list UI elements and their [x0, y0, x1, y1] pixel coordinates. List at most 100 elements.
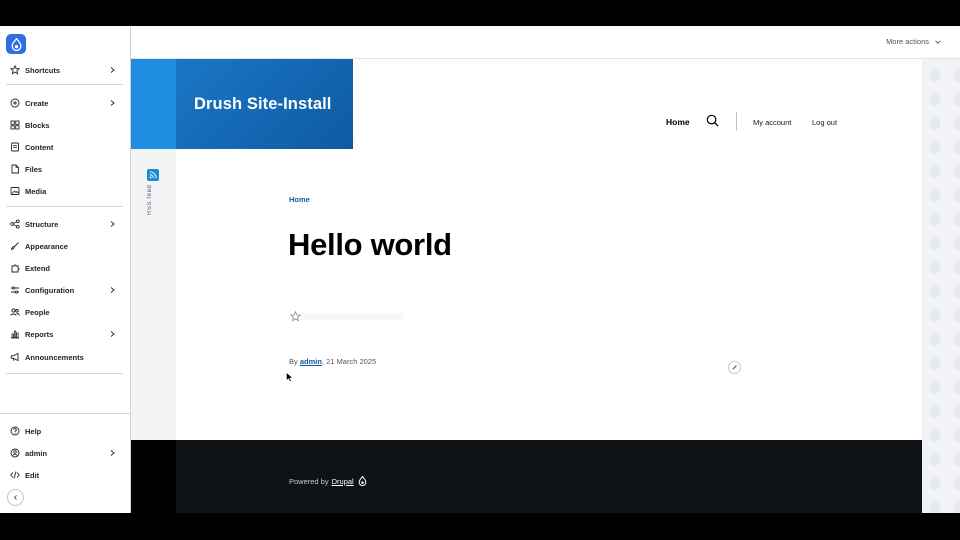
background-drop-shape — [930, 501, 940, 513]
background-drop-shape — [930, 141, 940, 154]
sidebar-item-reports[interactable]: Reports — [0, 323, 130, 345]
rss-feed-button[interactable] — [147, 169, 159, 181]
background-drop-shape — [954, 117, 960, 130]
sidebar-item-announcements[interactable]: Announcements — [0, 346, 130, 368]
sidebar-item-label: Extend — [25, 263, 51, 273]
page-title: Hello world — [288, 227, 452, 262]
drupal-logo-button[interactable] — [6, 34, 26, 54]
background-drop-shape — [930, 285, 940, 298]
log-out-link[interactable]: Log out — [812, 118, 837, 127]
sidebar-item-people[interactable]: People — [0, 301, 130, 323]
article-byline: By admin, 21 March 2025 — [289, 357, 376, 366]
sidebar-item-label: Reports — [25, 329, 54, 339]
top-bar: More actions — [131, 26, 960, 59]
sidebar-item-create[interactable]: Create — [0, 92, 130, 114]
background-drop-shape — [954, 501, 960, 513]
powered-by-label: Powered by — [289, 476, 329, 486]
chevron-right-icon — [110, 221, 115, 227]
breadcrumb-home-link[interactable]: Home — [289, 195, 310, 204]
sidebar-item-label: Media — [25, 186, 47, 196]
more-actions-label: More actions — [886, 37, 929, 46]
sidebar-item-appearance[interactable]: Appearance — [0, 235, 130, 257]
background-drop-shape — [954, 477, 960, 490]
file-icon — [10, 164, 20, 174]
background-drop-shape — [930, 477, 940, 490]
plus-circle-icon — [10, 98, 20, 108]
rss-feed-label: RSS feed — [147, 185, 153, 216]
background-drop-shape — [954, 429, 960, 442]
nav-divider — [6, 373, 123, 374]
chart-icon — [10, 329, 20, 339]
sidebar-item-admin[interactable]: admin — [0, 442, 130, 464]
site-name-link[interactable]: Drush Site-Install — [194, 95, 332, 114]
drupal-drop-icon — [11, 37, 21, 51]
user-icon — [10, 448, 20, 458]
sidebar-item-files[interactable]: Files — [0, 158, 130, 180]
sidebar-item-label: Blocks — [25, 120, 50, 130]
sidebar-item-media[interactable]: Media — [0, 180, 130, 202]
site-footer: Powered by Drupal — [131, 440, 922, 513]
background-drop-shape — [930, 381, 940, 394]
background-drop-shape — [954, 189, 960, 202]
my-account-link[interactable]: My account — [753, 118, 791, 127]
background-drop-shape — [930, 237, 940, 250]
help-icon — [10, 426, 20, 436]
rss-icon — [149, 171, 157, 179]
main-nav-home-link[interactable]: Home — [666, 117, 690, 127]
sidebar-item-label: Structure — [25, 219, 59, 229]
sidebar-item-extend[interactable]: Extend — [0, 257, 130, 279]
background-drop-shape — [954, 261, 960, 274]
sidebar-item-configuration[interactable]: Configuration — [0, 279, 130, 301]
nav-divider — [6, 84, 123, 85]
background-drop-shape — [930, 117, 940, 130]
search-icon[interactable] — [706, 114, 719, 127]
grid-icon — [10, 120, 20, 130]
byline-prefix: By — [289, 357, 298, 366]
people-icon — [10, 307, 20, 317]
sidebar-item-edit[interactable]: Edit — [0, 464, 130, 486]
chevron-right-icon — [110, 100, 115, 106]
background-drop-shape — [930, 309, 940, 322]
sidebar-item-label: Content — [25, 142, 54, 152]
background-drop-shape — [954, 381, 960, 394]
admin-sidebar: Shortcuts Create Blocks Content Files Media St… — [0, 26, 131, 513]
sidebar-item-structure[interactable]: Structure — [0, 213, 130, 235]
more-actions-button[interactable]: More actions — [886, 37, 942, 46]
background-drop-shape — [930, 405, 940, 418]
background-drop-shape — [954, 453, 960, 466]
background-drop-shape — [954, 405, 960, 418]
sidebar-item-label: Create — [25, 98, 49, 108]
sidebar-item-help[interactable]: Help — [0, 420, 130, 442]
brush-icon — [10, 241, 20, 251]
background-drop-shape — [954, 333, 960, 346]
browser-viewport: Shortcuts Create Blocks Content Files Media St… — [0, 26, 960, 513]
shortcut-placeholder — [301, 313, 404, 320]
puzzle-icon — [10, 263, 20, 273]
nav-divider — [6, 206, 123, 207]
chevron-right-icon — [110, 287, 115, 293]
nav-divider — [0, 413, 131, 414]
sidebar-item-content[interactable]: Content — [0, 136, 130, 158]
background-drop-shape — [930, 429, 940, 442]
star-icon[interactable] — [290, 311, 301, 322]
powered-by: Powered by Drupal — [289, 476, 367, 486]
author-link[interactable]: admin — [300, 357, 322, 366]
background-drop-shape — [954, 93, 960, 106]
sidebar-item-label: Edit — [25, 470, 40, 480]
mouse-cursor-icon — [286, 372, 293, 382]
sidebar-item-label: Files — [25, 164, 43, 174]
code-icon — [10, 470, 20, 480]
drupal-link[interactable]: Drupal — [332, 477, 354, 486]
chevron-down-icon — [935, 39, 941, 44]
collapse-sidebar-button[interactable] — [7, 489, 24, 506]
background-drop-shape — [930, 93, 940, 106]
sidebar-item-shortcuts[interactable]: Shortcuts — [0, 59, 130, 81]
document-icon — [10, 142, 20, 152]
drupal-drop-icon — [358, 476, 367, 486]
background-drop-shape — [930, 261, 940, 274]
edit-pencil-button[interactable] — [728, 361, 741, 374]
megaphone-icon — [10, 352, 20, 362]
sidebar-item-blocks[interactable]: Blocks — [0, 114, 130, 136]
background-drop-shape — [930, 213, 940, 226]
sidebar-item-label: Announcements — [25, 352, 84, 362]
